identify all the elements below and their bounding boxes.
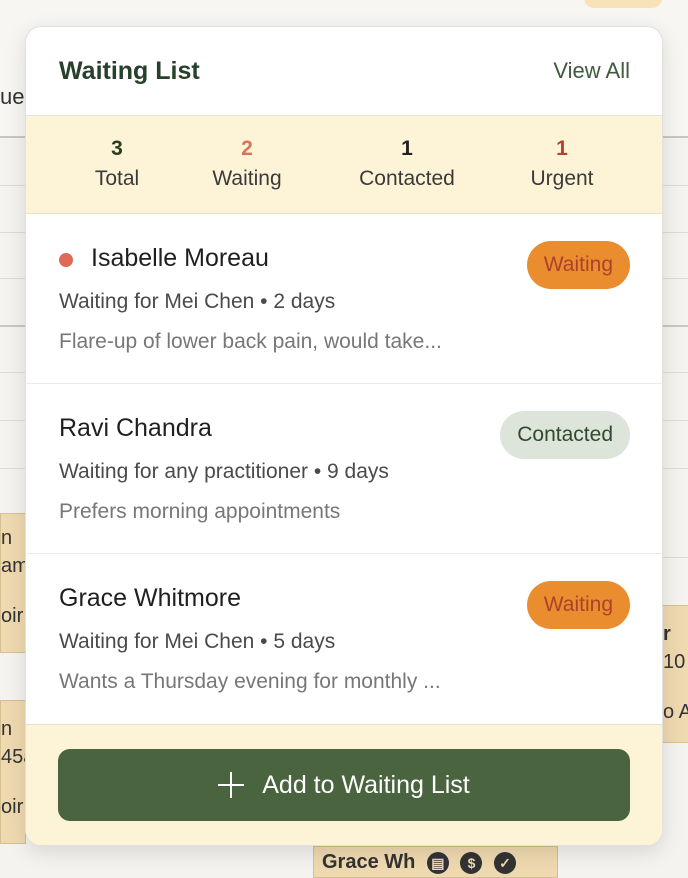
waiting-list-panel: Waiting List View All 3 Total 2 Waiting … xyxy=(25,26,663,846)
dollar-icon: $ xyxy=(460,851,483,874)
waiting-list-item[interactable]: Ravi Chandra Contacted Waiting for any p… xyxy=(26,384,662,554)
clipboard-icon: ▤ xyxy=(426,851,449,874)
stat-total-value: 3 xyxy=(111,137,123,160)
stat-urgent-label: Urgent xyxy=(530,167,594,190)
add-to-waiting-list-button[interactable]: Add to Waiting List xyxy=(58,749,630,821)
stat-total: 3 Total xyxy=(95,136,139,196)
panel-header: Waiting List View All xyxy=(26,27,662,116)
panel-footer: Add to Waiting List xyxy=(26,724,662,845)
waiting-meta: Waiting for any practitioner • 9 days xyxy=(59,460,389,483)
stat-total-label: Total xyxy=(94,167,140,190)
waiting-list-item[interactable]: Grace Whitmore Waiting Waiting for Mei C… xyxy=(26,554,662,723)
waiting-note: Flare-up of lower back pain, would take.… xyxy=(59,330,442,353)
stat-contacted-label: Contacted xyxy=(359,167,455,190)
stat-contacted-value: 1 xyxy=(401,137,413,160)
stat-urgent: 1 Urgent xyxy=(530,136,593,196)
plus-icon xyxy=(218,772,245,798)
waiting-meta: Waiting for Mei Chen • 2 days xyxy=(59,290,336,313)
calendar-header-text: ue xyxy=(0,84,25,109)
view-all-link[interactable]: View All xyxy=(553,58,630,84)
add-button-label: Add to Waiting List xyxy=(262,770,470,799)
stat-waiting-label: Waiting xyxy=(212,167,282,190)
check-badge-icon: ✓ xyxy=(494,851,517,874)
calendar-appointment-right[interactable]: r 10 o A xyxy=(662,605,688,743)
stat-urgent-value: 1 xyxy=(556,137,568,160)
panel-title: Waiting List xyxy=(59,56,200,85)
stat-waiting-value: 2 xyxy=(241,137,253,160)
client-name: Grace Whitmore xyxy=(59,584,241,612)
waiting-list-item[interactable]: Isabelle Moreau Waiting Waiting for Mei … xyxy=(26,214,662,384)
stats-bar: 3 Total 2 Waiting 1 Contacted 1 Urgent xyxy=(26,116,662,214)
calendar-appointment-left-1[interactable]: n am oir xyxy=(0,513,26,653)
calendar-appointment-bottom[interactable]: Grace Wh ▤ $ ✓ xyxy=(313,846,558,878)
urgent-dot-icon xyxy=(59,253,73,267)
calendar-top-pill xyxy=(584,0,662,8)
waiting-note: Prefers morning appointments xyxy=(59,500,341,523)
client-name: Isabelle Moreau xyxy=(91,244,269,272)
status-badge: Waiting xyxy=(526,241,630,289)
waiting-meta: Waiting for Mei Chen • 5 days xyxy=(59,630,336,653)
status-badge: Contacted xyxy=(500,411,630,459)
client-name: Ravi Chandra xyxy=(59,414,212,442)
status-badge: Waiting xyxy=(526,581,630,629)
waiting-note: Wants a Thursday evening for monthly ... xyxy=(59,670,441,693)
stat-waiting: 2 Waiting xyxy=(212,136,281,196)
calendar-appointment-left-2[interactable]: n 45a oir xyxy=(0,700,26,844)
stat-contacted: 1 Contacted xyxy=(359,136,455,196)
